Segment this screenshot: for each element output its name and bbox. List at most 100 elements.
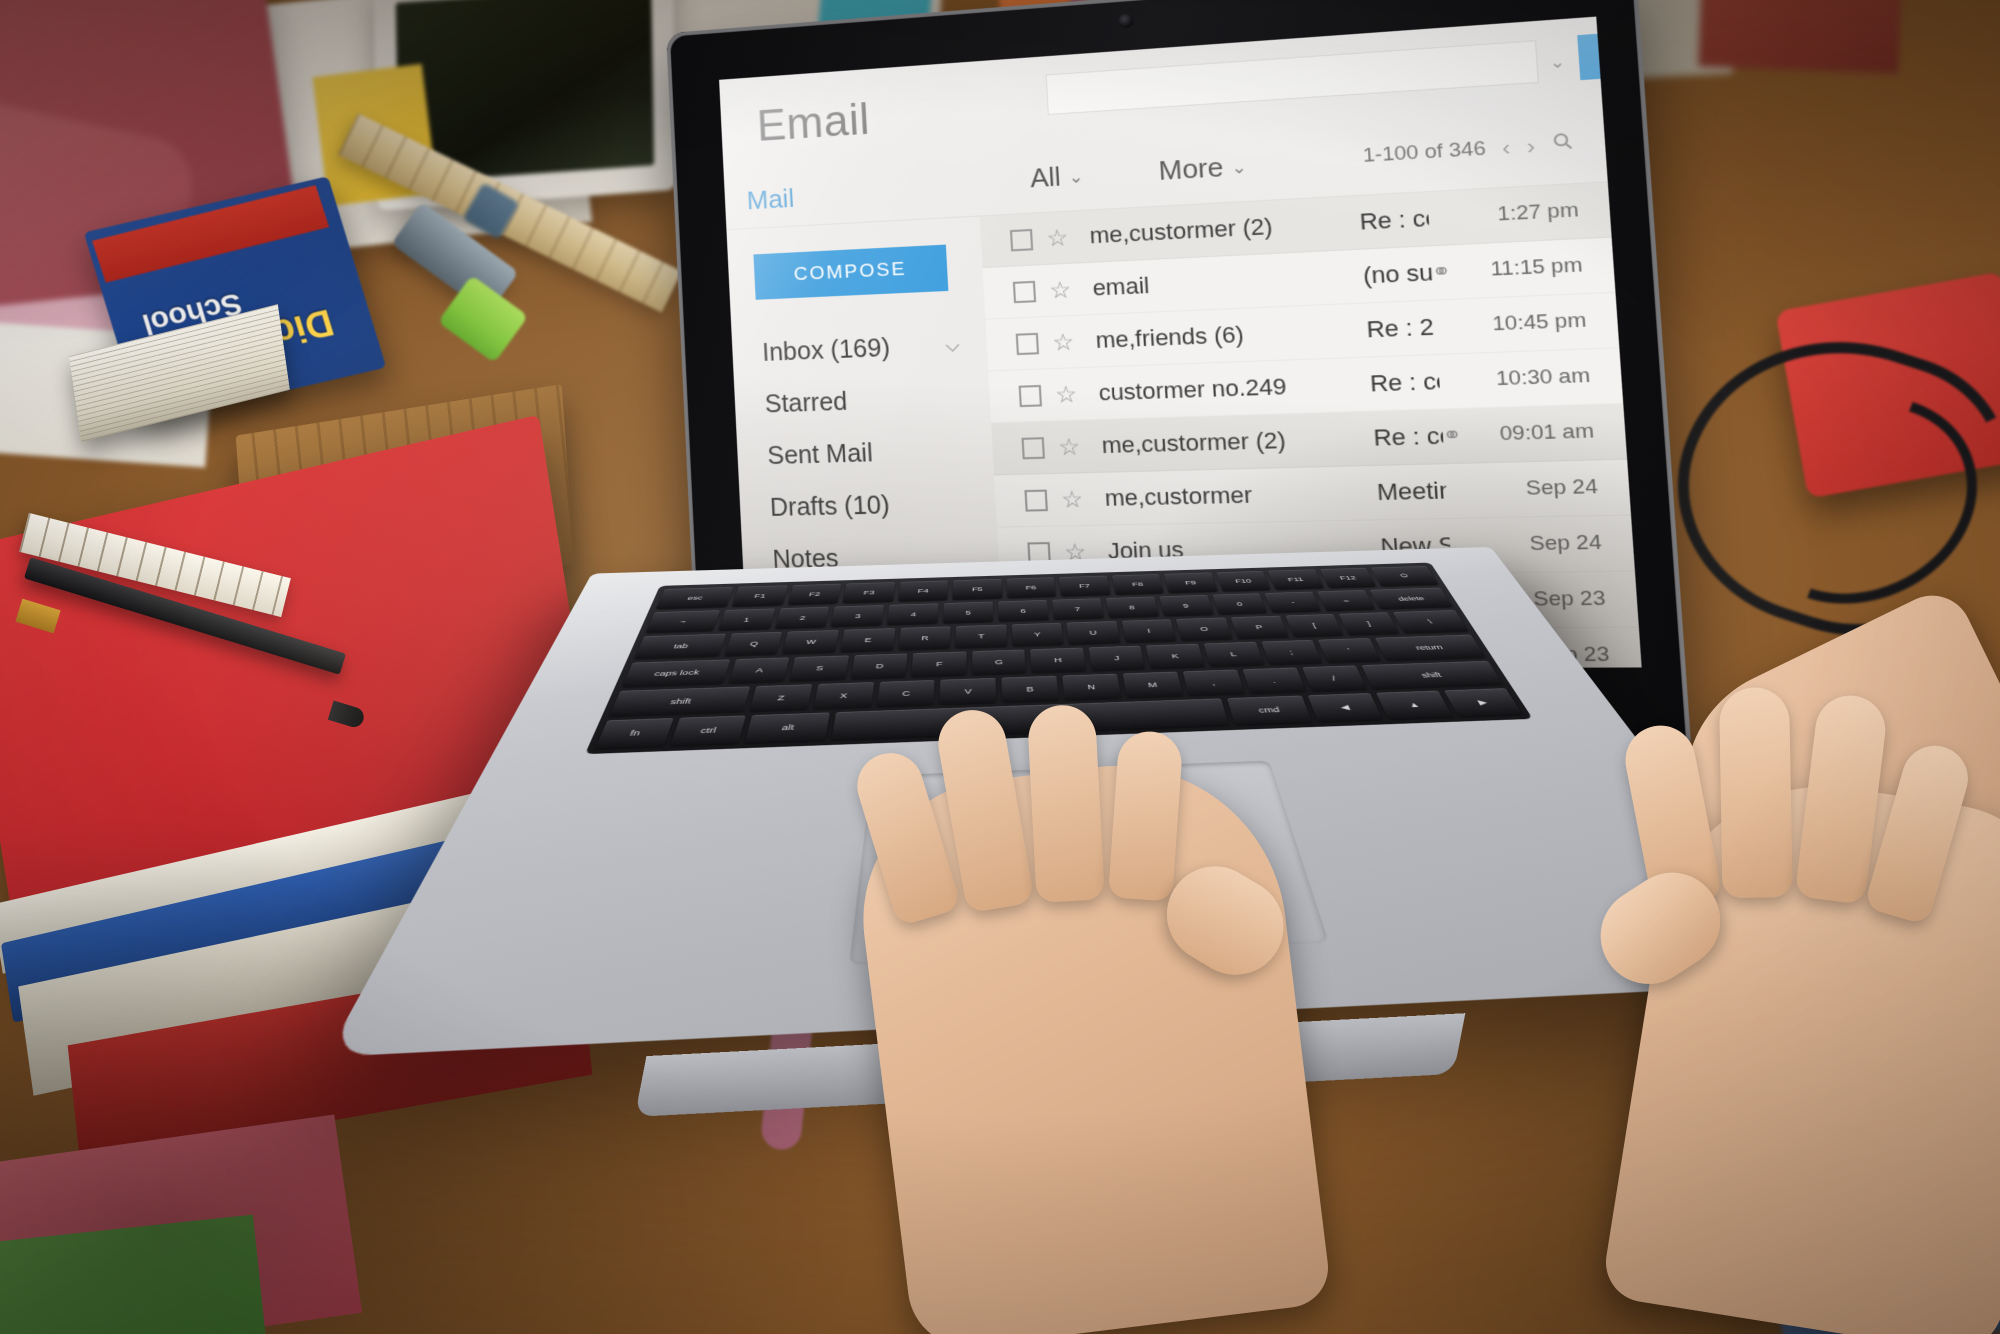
key[interactable]: F1	[732, 585, 788, 607]
key[interactable]: G	[971, 649, 1027, 675]
key[interactable]: Z	[749, 684, 813, 712]
key[interactable]: T	[955, 624, 1007, 649]
key[interactable]: ~	[645, 610, 720, 634]
key[interactable]: .	[1242, 667, 1306, 694]
key[interactable]: A	[728, 657, 790, 684]
chevron-down-icon[interactable]: ⌄	[1549, 51, 1572, 72]
key[interactable]: F11	[1267, 569, 1324, 590]
sidebar-item-1[interactable]: Starred	[734, 370, 991, 431]
sidebar-item-3[interactable]: Drafts (10)	[739, 476, 997, 534]
row-checkbox[interactable]	[1012, 280, 1037, 303]
list-search-button[interactable]	[1551, 130, 1575, 158]
key[interactable]: tab	[634, 633, 727, 660]
key[interactable]: C	[876, 679, 935, 708]
key[interactable]: 7	[1051, 598, 1104, 621]
key[interactable]: 8	[1105, 596, 1159, 619]
key[interactable]: \	[1392, 610, 1469, 634]
key[interactable]: P	[1230, 615, 1289, 640]
key[interactable]: ⏻	[1371, 565, 1439, 587]
key[interactable]: B	[1001, 675, 1060, 703]
star-icon[interactable]: ☆	[1049, 276, 1072, 304]
key[interactable]: delete	[1369, 587, 1454, 610]
key[interactable]: M	[1122, 671, 1184, 699]
key[interactable]: R	[898, 626, 951, 651]
key[interactable]: H	[1030, 647, 1087, 673]
star-icon[interactable]: ☆	[1046, 223, 1069, 251]
key[interactable]: U	[1066, 621, 1121, 645]
key[interactable]: 3	[831, 604, 885, 628]
key[interactable]: ◀	[1308, 693, 1384, 723]
sidebar-item-2[interactable]: Sent Mail	[736, 423, 994, 482]
filter-more-dropdown[interactable]: More ⌄	[1158, 150, 1248, 187]
row-checkbox[interactable]	[1024, 489, 1048, 512]
key[interactable]: F12	[1319, 567, 1377, 589]
key[interactable]: N	[1062, 673, 1122, 701]
key[interactable]: ]	[1338, 612, 1400, 636]
key[interactable]: fn	[594, 718, 674, 749]
row-checkbox[interactable]	[1009, 228, 1034, 251]
key[interactable]: shift	[1360, 660, 1504, 690]
key[interactable]: W	[782, 630, 839, 655]
key[interactable]: Q	[724, 632, 783, 657]
key[interactable]: L	[1203, 641, 1264, 667]
key[interactable]: K	[1146, 643, 1205, 669]
key[interactable]: F7	[1059, 575, 1111, 597]
key[interactable]: shift	[608, 686, 751, 717]
key[interactable]: D	[850, 653, 908, 680]
key[interactable]: alt	[744, 712, 831, 744]
key[interactable]: 1	[717, 608, 775, 631]
key[interactable]: S	[789, 655, 849, 682]
key[interactable]: O	[1176, 617, 1233, 641]
key[interactable]: F2	[787, 583, 842, 605]
key[interactable]: V	[939, 677, 997, 705]
key[interactable]: F3	[842, 582, 895, 604]
mail-breadcrumb[interactable]: Mail	[746, 183, 795, 216]
key[interactable]: 2	[774, 606, 830, 630]
key[interactable]: F6	[1006, 577, 1057, 599]
key[interactable]: caps lock	[621, 659, 731, 687]
key[interactable]: X	[812, 681, 874, 710]
key[interactable]: I	[1121, 619, 1177, 643]
key[interactable]: 5	[943, 601, 994, 624]
filter-all-dropdown[interactable]: All ⌄	[1029, 160, 1084, 195]
key[interactable]: F10	[1216, 570, 1271, 592]
chevron-down-icon[interactable]: ⌵	[945, 335, 960, 357]
key[interactable]: 0	[1212, 593, 1268, 615]
key[interactable]: F8	[1111, 574, 1164, 595]
key[interactable]: ctrl	[669, 715, 746, 747]
key[interactable]: -	[1264, 591, 1322, 614]
star-icon[interactable]: ☆	[1060, 485, 1084, 512]
key[interactable]: ▲	[1376, 690, 1454, 720]
key[interactable]: ▶	[1444, 688, 1523, 717]
key[interactable]: F4	[897, 580, 949, 602]
key[interactable]: ;	[1260, 639, 1323, 665]
key[interactable]: =	[1317, 589, 1376, 612]
key[interactable]: [	[1285, 614, 1344, 638]
search-input[interactable]	[1045, 40, 1539, 116]
key[interactable]: return	[1374, 634, 1486, 661]
prev-page-button[interactable]: ‹	[1501, 135, 1511, 161]
star-icon[interactable]: ☆	[1057, 433, 1081, 460]
row-checkbox[interactable]	[1021, 436, 1045, 459]
key[interactable]: esc	[656, 587, 734, 610]
compose-button[interactable]: COMPOSE	[753, 244, 949, 300]
key[interactable]: J	[1088, 645, 1146, 671]
key[interactable]: Y	[1011, 623, 1064, 647]
key[interactable]: F9	[1164, 572, 1218, 594]
key[interactable]: 6	[998, 599, 1049, 622]
row-checkbox[interactable]	[1018, 384, 1043, 407]
key[interactable]: /	[1301, 665, 1367, 692]
key[interactable]: cmd	[1226, 695, 1313, 726]
key[interactable]: 9	[1158, 594, 1214, 617]
star-icon[interactable]: ☆	[1051, 328, 1074, 356]
sidebar-item-0[interactable]: Inbox (169) ⌵	[731, 318, 988, 380]
star-icon[interactable]: ☆	[1054, 380, 1078, 407]
key[interactable]: F5	[952, 578, 1002, 600]
key[interactable]: 4	[887, 603, 939, 626]
next-page-button[interactable]: ›	[1526, 133, 1536, 159]
key[interactable]: ’	[1317, 638, 1381, 663]
key[interactable]: F	[911, 651, 967, 678]
row-checkbox[interactable]	[1015, 332, 1040, 355]
key[interactable]: E	[840, 628, 895, 653]
key[interactable]: ,	[1182, 669, 1245, 697]
